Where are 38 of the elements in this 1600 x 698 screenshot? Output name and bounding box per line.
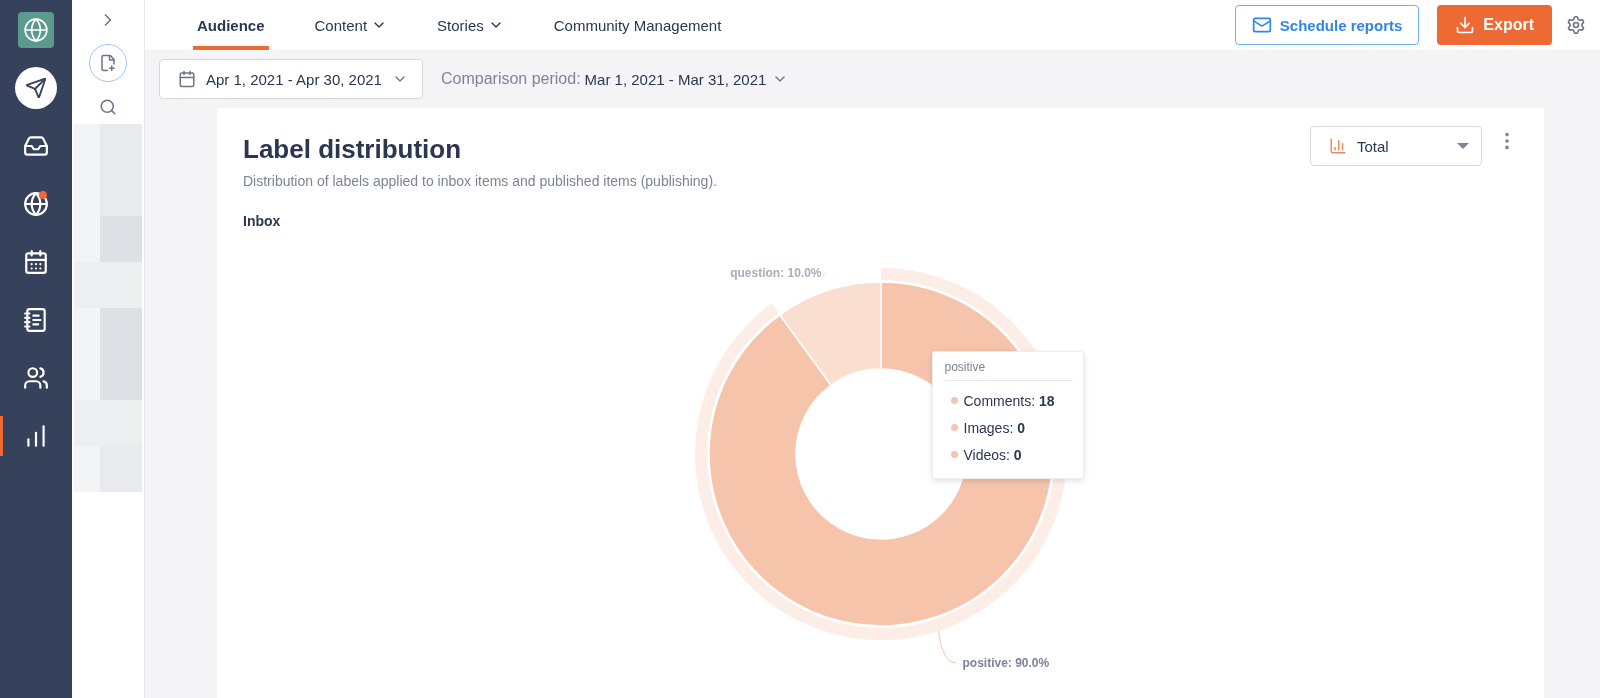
card-title: Label distribution — [243, 134, 463, 165]
schedule-reports-button[interactable]: Schedule reports — [1234, 5, 1420, 45]
date-range-picker[interactable]: Apr 1, 2021 - Apr 30, 2021 — [159, 59, 423, 99]
tooltip-row: Comments: 18 — [963, 392, 1055, 409]
mail-icon — [1251, 15, 1272, 35]
people-icon — [23, 365, 49, 391]
caret-icon — [1457, 143, 1469, 149]
app-logo[interactable] — [18, 12, 54, 48]
notepad-icon — [23, 307, 49, 333]
paper-plane-icon — [15, 67, 57, 109]
nav-tab[interactable]: Community Management — [549, 0, 726, 50]
globe-icon — [23, 191, 49, 217]
inbox-tray-icon — [23, 133, 49, 159]
section-title: Inbox — [243, 213, 282, 229]
legend-dot — [950, 397, 958, 404]
add-report-button[interactable] — [89, 44, 127, 82]
calendar-icon — [178, 70, 196, 88]
bar-chart-icon — [1329, 137, 1347, 155]
legend-dot — [950, 424, 958, 431]
nav-tab[interactable]: Stories — [433, 0, 508, 50]
tooltip-row: Images: 0 — [963, 419, 1025, 436]
data-label: question: 10.0% — [729, 266, 821, 281]
settings-icon[interactable] — [1566, 15, 1586, 35]
comparison-label: Comparison period: — [440, 70, 581, 88]
legend-dot — [950, 451, 958, 458]
calendar-icon — [23, 249, 49, 275]
data-label: positive: 90.0% — [962, 655, 1049, 670]
leader-line — [821, 272, 826, 278]
nav-tab[interactable]: Audience — [193, 0, 269, 50]
tooltip-title: positive — [944, 360, 1073, 381]
view-select[interactable]: Total — [1310, 126, 1482, 166]
tooltip-row: Videos: 0 — [963, 446, 1022, 463]
comparison-period-picker[interactable]: Mar 1, 2021 - Mar 31, 2021 — [584, 70, 789, 88]
file-plus-icon — [99, 54, 117, 72]
leader-line — [937, 630, 957, 664]
nav-tab[interactable]: Content — [310, 0, 392, 50]
card-description: Distribution of labels applied to inbox items and published items (publishing). — [243, 173, 717, 189]
download-icon — [1455, 15, 1476, 35]
